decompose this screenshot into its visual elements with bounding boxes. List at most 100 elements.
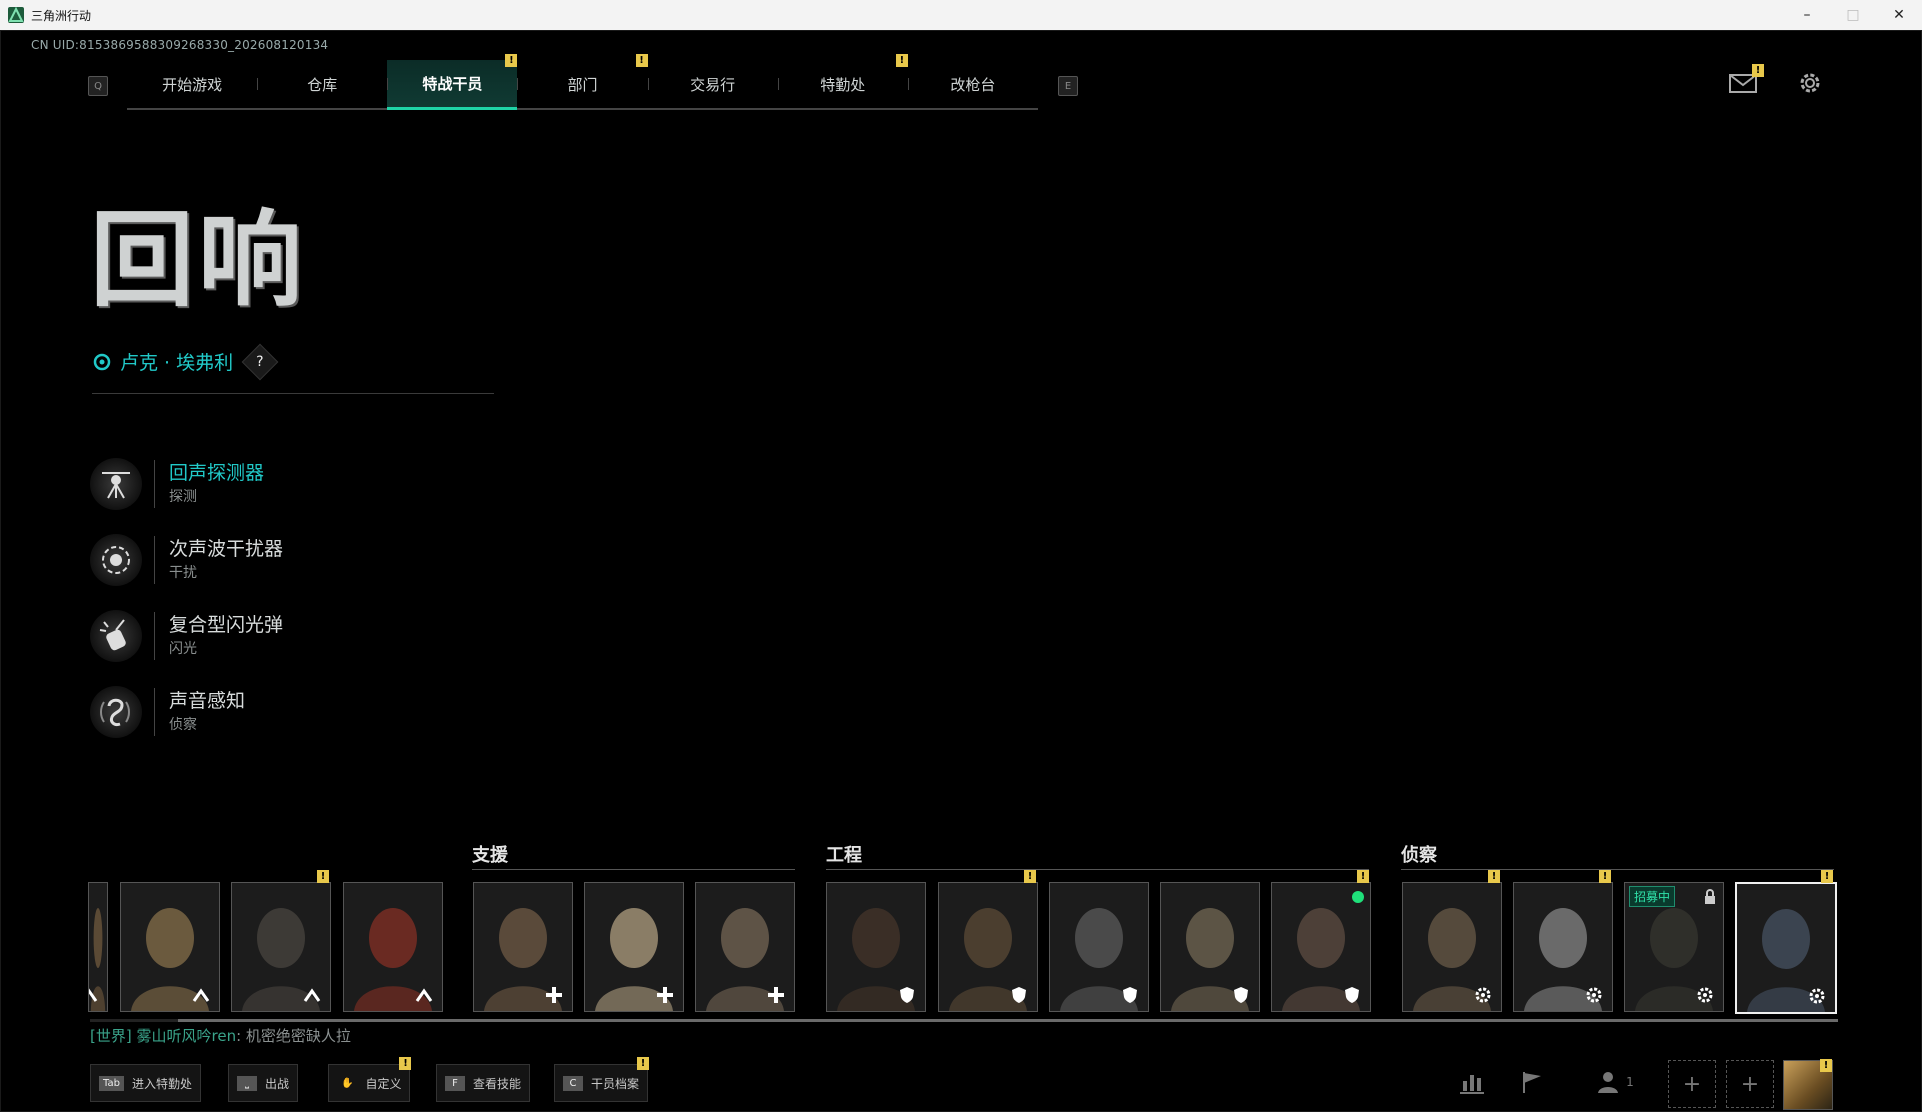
tab-warehouse[interactable]: 仓库: [257, 60, 387, 108]
hint-label: 自定义: [365, 1076, 402, 1091]
minimize-button[interactable]: –: [1784, 0, 1830, 30]
operator-card[interactable]: [343, 882, 443, 1012]
engineer-shield-icon: [1231, 985, 1251, 1005]
alert-badge: !: [635, 54, 648, 67]
invite-slot-button[interactable]: +: [1726, 1060, 1774, 1108]
close-button[interactable]: ✕: [1876, 0, 1922, 30]
recruiting-badge: 招募中: [1629, 886, 1676, 907]
rank-chevron-icon: [191, 985, 211, 1005]
operator-card[interactable]: [1513, 882, 1613, 1012]
flag-icon[interactable]: [1510, 1060, 1554, 1104]
operator-card[interactable]: [1160, 882, 1260, 1012]
mail-icon[interactable]: !: [1728, 64, 1764, 98]
ability-type: 闪光: [169, 641, 197, 657]
party-count: 1: [1626, 1075, 1634, 1089]
tab-special-service[interactable]: 特勤处 !: [777, 54, 908, 108]
alert-badge: !: [1024, 870, 1036, 883]
roster-scrollbar[interactable]: [90, 1019, 1838, 1022]
recon-gear-icon: [1695, 985, 1715, 1005]
ability-name: 声音感知: [169, 690, 246, 712]
operator-title: 回响: [90, 199, 307, 321]
invite-slot-button[interactable]: +: [1668, 1060, 1716, 1108]
party-members[interactable]: 1: [1585, 1060, 1645, 1104]
rank-chevron-icon: [89, 985, 99, 1005]
operator-card[interactable]: [231, 882, 331, 1012]
operator-card[interactable]: 招募中: [1624, 882, 1724, 1012]
chat-line: [世界] 雾山听风吟ren: 机密绝密缺人拉: [90, 1027, 351, 1045]
engineer-shield-icon: [1009, 985, 1029, 1005]
operator-card[interactable]: [120, 882, 220, 1012]
hint-label: 出战: [265, 1076, 290, 1091]
stats-chart-icon[interactable]: [1450, 1060, 1494, 1104]
ability-name: 次声波干扰器: [169, 538, 284, 560]
alert-badge: !: [505, 54, 518, 67]
tab-gunsmith[interactable]: 改枪台: [907, 60, 1038, 108]
hint-label: 查看技能: [473, 1076, 522, 1091]
operator-card[interactable]: [1049, 882, 1149, 1012]
tab-label: 仓库: [307, 75, 338, 94]
tab-label: 特勤处: [820, 75, 866, 94]
view-skills-button[interactable]: F 查看技能: [436, 1064, 531, 1102]
rank-chevron-icon: [302, 985, 322, 1005]
help-button[interactable]: ?: [241, 343, 279, 380]
recon-gear-icon: [1584, 985, 1604, 1005]
operator-card[interactable]: [826, 882, 926, 1012]
alert-badge: !: [637, 1057, 650, 1070]
flash-grenade-icon: [90, 610, 142, 662]
engineer-shield-icon: [897, 985, 917, 1005]
ability-item[interactable]: 复合型闪光弹 闪光: [90, 608, 490, 664]
ability-item[interactable]: 回声探测器 探测: [90, 456, 490, 512]
support-plus-icon: [766, 985, 786, 1005]
ear-icon: [90, 686, 142, 738]
key-tab: Tab: [99, 1075, 124, 1091]
customize-button[interactable]: ✋ 自定义 !: [328, 1057, 412, 1102]
operator-card[interactable]: [1402, 882, 1502, 1012]
category-underline: [826, 869, 1369, 870]
enter-special-service-button[interactable]: Tab 进入特勤处: [90, 1064, 201, 1102]
operator-profile-button[interactable]: C 干员档案 !: [554, 1057, 650, 1102]
key-space: ⎵: [237, 1075, 257, 1091]
alert-badge: !: [399, 1057, 412, 1070]
nav-prev-key[interactable]: Q: [88, 76, 108, 96]
uid-text: CN UID:8153869588309268330_202608120134: [31, 38, 329, 52]
operator-card[interactable]: [88, 882, 108, 1012]
tab-label: 部门: [567, 75, 598, 94]
operator-card[interactable]: [938, 882, 1038, 1012]
category-recon: 侦察: [1401, 845, 1437, 866]
ability-name: 回声探测器: [169, 462, 265, 484]
ability-type: 探测: [169, 489, 197, 505]
disruptor-icon: [90, 534, 142, 586]
tab-start-game[interactable]: 开始游戏: [127, 60, 257, 108]
support-plus-icon: [544, 985, 564, 1005]
tab-trade[interactable]: 交易行: [647, 60, 778, 108]
alert-badge: !: [1599, 870, 1611, 883]
engineer-shield-icon: [1342, 985, 1362, 1005]
user-icon: [1598, 1072, 1619, 1093]
operator-card[interactable]: [1271, 882, 1371, 1012]
player-avatar[interactable]: !: [1783, 1059, 1833, 1110]
maximize-button[interactable]: □: [1830, 0, 1876, 30]
tab-operators[interactable]: 特战干员 !: [387, 54, 518, 110]
operator-card[interactable]: [695, 882, 795, 1012]
scrollbar-thumb[interactable]: [178, 1019, 1838, 1022]
category-engineering: 工程: [826, 845, 862, 866]
operator-name-row: 卢克 · 埃弗利 ?: [92, 343, 279, 380]
ability-item[interactable]: 声音感知 侦察: [90, 684, 490, 740]
operator-card[interactable]: [473, 882, 573, 1012]
deploy-button[interactable]: ⎵ 出战: [228, 1064, 299, 1102]
settings-gear-icon[interactable]: [1795, 68, 1825, 98]
recon-gear-icon: [1807, 986, 1827, 1006]
alert-badge: !: [1821, 870, 1833, 883]
ability-item[interactable]: 次声波干扰器 干扰: [90, 532, 490, 588]
ability-separator: [154, 612, 155, 660]
operator-card[interactable]: [584, 882, 684, 1012]
tab-department[interactable]: 部门 !: [517, 54, 648, 108]
rank-chevron-icon: [414, 985, 434, 1005]
nav-next-key[interactable]: E: [1058, 76, 1078, 96]
alert-badge: !: [1488, 870, 1500, 883]
ability-type: 干扰: [169, 565, 197, 581]
chat-user[interactable]: 雾山听风吟ren: [137, 1027, 237, 1045]
category-underline: [472, 869, 795, 870]
operator-card-selected[interactable]: [1735, 882, 1837, 1014]
key-f: F: [445, 1075, 465, 1091]
